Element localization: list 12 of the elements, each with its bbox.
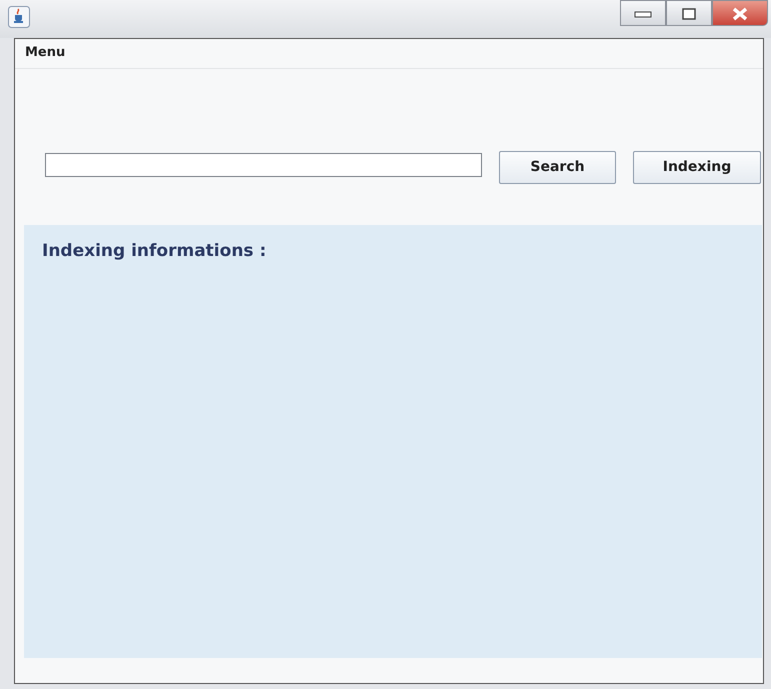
panel-title: Indexing informations : [42,240,268,263]
search-field[interactable] [45,153,482,177]
maximize-button[interactable] [666,0,712,26]
indexing-button[interactable]: Indexing [633,151,761,184]
close-button[interactable] [712,0,768,26]
close-icon [731,6,749,21]
menu-item[interactable]: Menu [25,43,66,64]
minimize-icon [634,10,652,18]
minimize-button[interactable] [620,0,666,26]
app-icon [8,6,30,28]
search-button[interactable]: Search [499,151,616,184]
maximize-icon [682,8,696,20]
